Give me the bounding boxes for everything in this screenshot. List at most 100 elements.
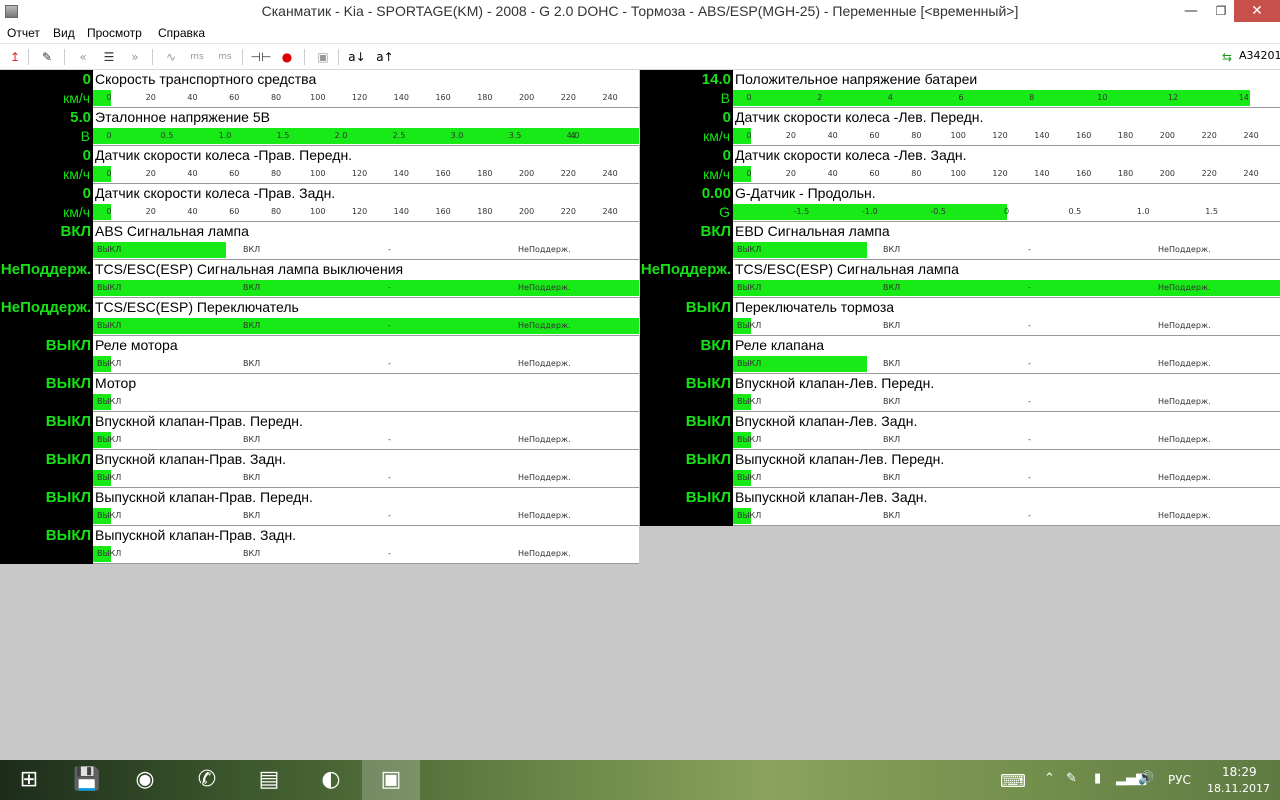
menu-browse[interactable]: Просмотр bbox=[87, 26, 142, 40]
clock-time[interactable]: 18:29 bbox=[1222, 765, 1257, 779]
value-box: 0 км/ч bbox=[0, 70, 93, 108]
parameter-bar: ВЫКЛ ВКЛ - НеПоддерж. bbox=[733, 280, 1280, 296]
scale-tick: 140 bbox=[1034, 169, 1050, 178]
parameter-row[interactable]: ВЫКЛ Впускной клапан-Лев. Передн. ВЫКЛ ВКЛ -… bbox=[640, 374, 1280, 412]
scale-tick: 180 bbox=[1117, 131, 1134, 140]
scale-tick: 60 bbox=[869, 169, 880, 178]
parameter-row[interactable]: 0 км/ч Скорость транспортного средства 0 20 4… bbox=[0, 70, 639, 108]
state-tick: - bbox=[388, 359, 391, 368]
parameter-row[interactable]: ВЫКЛ Впускной клапан-Лев. Задн. ВЫКЛ ВКЛ - Не… bbox=[640, 412, 1280, 450]
chevron-up-icon[interactable]: ⌃ bbox=[1044, 771, 1055, 786]
scale-tick: 100 bbox=[950, 131, 966, 140]
state-tick: - bbox=[1028, 321, 1031, 330]
state-tick: - bbox=[388, 435, 391, 444]
parameter-name: Датчик скорости колеса -Прав. Задн. bbox=[95, 185, 336, 201]
state-tick: НеПоддерж. bbox=[1158, 511, 1211, 520]
parameter-row[interactable]: 0 км/ч Датчик скорости колеса -Лев. Передн… bbox=[640, 108, 1280, 146]
parameter-row[interactable]: ВКЛ ABS Сигнальная лампа ВЫКЛ ВКЛ - НеПоддерж… bbox=[0, 222, 639, 260]
parameter-row[interactable]: НеПоддерж. TCS/ESC(ESP) Переключатель ВЫКЛ… bbox=[0, 298, 639, 336]
parameter-bar: 0 2 4 6 8 10 12 14 bbox=[733, 90, 1280, 106]
taskbar: ⊞ 💾 ◉ ✆ ▤ ◐ ▣ ⌨ ⌃ ✎ ▮ ▂▄▆ 🔊 РУС 18:29 18.11.2017 bbox=[0, 760, 1280, 800]
parameter-value: ВЫКЛ bbox=[685, 413, 731, 430]
parameter-row[interactable]: ВЫКЛ Впускной клапан-Прав. Задн. ВЫКЛ ВКЛ - Н… bbox=[0, 450, 639, 488]
menu-report[interactable]: Отчет bbox=[7, 26, 40, 40]
report-edit-icon[interactable]: ✎ bbox=[36, 48, 58, 66]
parameter-row[interactable]: ВЫКЛ Выпускной клапан-Прав. Передн. ВЫКЛ ВК… bbox=[0, 488, 639, 526]
chrome-icon[interactable]: ◉ bbox=[116, 760, 174, 800]
maximize-button[interactable]: ❐ bbox=[1208, 0, 1234, 22]
usb-icon[interactable]: ⇆ bbox=[1218, 48, 1236, 66]
clock-date[interactable]: 18.11.2017 bbox=[1207, 782, 1270, 795]
browser-icon[interactable]: ◐ bbox=[302, 760, 360, 800]
parameter-name: Впускной клапан-Прав. Передн. bbox=[95, 413, 303, 429]
save-app-icon[interactable]: 💾 bbox=[58, 760, 116, 800]
probe-icon[interactable]: ⊣⊢ bbox=[250, 48, 272, 66]
value-box: ВЫКЛ bbox=[0, 488, 93, 526]
exit-arrow-icon[interactable]: ↥ bbox=[4, 48, 26, 66]
viber-icon[interactable]: ✆ bbox=[178, 760, 236, 800]
parameter-row[interactable]: ВЫКЛ Выпускной клапан-Лев. Задн. ВЫКЛ ВКЛ - Н… bbox=[640, 488, 1280, 526]
value-box: ВЫКЛ bbox=[640, 298, 733, 336]
parameter-row[interactable]: 0 км/ч Датчик скорости колеса -Лев. Задн. 0… bbox=[640, 146, 1280, 184]
state-tick: НеПоддерж. bbox=[1158, 397, 1211, 406]
scale-tick: 20 bbox=[145, 169, 156, 178]
scale-tick: 240 bbox=[1243, 131, 1259, 140]
close-button[interactable]: ✕ bbox=[1234, 0, 1280, 22]
parameter-row[interactable]: ВЫКЛ Выпускной клапан-Прав. Задн. ВЫКЛ ВКЛ -… bbox=[0, 526, 639, 564]
parameter-row[interactable]: ВЫКЛ Переключатель тормоза ВЫКЛ ВКЛ - НеПодде… bbox=[640, 298, 1280, 336]
save-icon[interactable]: ▣ bbox=[312, 48, 334, 66]
menu-view[interactable]: Вид bbox=[53, 26, 75, 40]
parameter-row[interactable]: ВЫКЛ Выпускной клапан-Лев. Передн. ВЫКЛ ВКЛ… bbox=[640, 450, 1280, 488]
ms-plus-icon[interactable]: ms bbox=[214, 48, 236, 66]
record-icon[interactable]: ● bbox=[276, 48, 298, 66]
volume-icon[interactable]: 🔊 bbox=[1138, 771, 1154, 786]
scale-tick: 1.5 bbox=[1205, 207, 1218, 216]
parameter-row[interactable]: НеПоддерж. TCS/ESC(ESP) Сигнальная лампа В… bbox=[640, 260, 1280, 298]
parameter-row[interactable]: ВКЛ Реле клапана ВЫКЛ ВКЛ - НеПоддерж. bbox=[640, 336, 1280, 374]
keyboard-icon[interactable]: ⌨ bbox=[1000, 771, 1026, 792]
value-box: ВЫКЛ bbox=[640, 488, 733, 526]
parameter-unit: км/ч bbox=[63, 204, 90, 220]
pen-icon[interactable]: ✎ bbox=[1066, 771, 1077, 786]
control-panel-icon[interactable]: ▤ bbox=[240, 760, 298, 800]
parameter-value: ВЫКЛ bbox=[685, 299, 731, 316]
parameter-value: 0 bbox=[82, 147, 91, 164]
parameter-value: ВЫКЛ bbox=[685, 375, 731, 392]
parameter-row[interactable]: ВКЛ EBD Сигнальная лампа ВЫКЛ ВКЛ - НеПоддерж… bbox=[640, 222, 1280, 260]
scale-tick: 220 bbox=[1201, 131, 1217, 140]
parameter-row[interactable]: ВЫКЛ Реле мотора ВЫКЛ ВКЛ - НеПоддерж. bbox=[0, 336, 639, 374]
menu-bar: Отчет Вид Просмотр Справка bbox=[0, 24, 1280, 44]
state-tick: ВЫКЛ bbox=[737, 321, 762, 330]
sort-asc-icon[interactable]: a↓ bbox=[346, 48, 368, 66]
scanmatic-icon[interactable]: ▣ bbox=[362, 760, 420, 800]
parameter-row[interactable]: 0 км/ч Датчик скорости колеса -Прав. Задн.… bbox=[0, 184, 639, 222]
parameter-name: Скорость транспортного средства bbox=[95, 71, 317, 87]
scale-tick: 40 bbox=[187, 207, 198, 216]
parameter-row[interactable]: 0.00 G G-Датчик - Продольн. -1.5 -1.0 -0.5 0 0.… bbox=[640, 184, 1280, 222]
scale-tick: 4 bbox=[887, 93, 893, 102]
parameter-name: Эталонное напряжение 5В bbox=[95, 109, 270, 125]
minimize-button[interactable]: — bbox=[1174, 0, 1208, 22]
scale-tick: 200 bbox=[1159, 169, 1176, 178]
state-tick: ВЫКЛ bbox=[97, 473, 122, 482]
wave-icon[interactable]: ∿ bbox=[160, 48, 182, 66]
ms-minus-icon[interactable]: ms bbox=[186, 48, 208, 66]
parameter-row[interactable]: ВЫКЛ Впускной клапан-Прав. Передн. ВЫКЛ ВКЛ… bbox=[0, 412, 639, 450]
menu-help[interactable]: Справка bbox=[158, 26, 205, 40]
parameter-name: Датчик скорости колеса -Лев. Задн. bbox=[735, 147, 967, 163]
language-indicator[interactable]: РУС bbox=[1168, 773, 1191, 787]
forward-icon[interactable]: » bbox=[124, 48, 146, 66]
windows-start-icon[interactable]: ⊞ bbox=[0, 760, 58, 800]
parameter-row[interactable]: ВЫКЛ Мотор ВЫКЛ bbox=[0, 374, 639, 412]
scale-tick: 2 bbox=[817, 93, 823, 102]
scale-tick: 240 bbox=[1243, 169, 1259, 178]
parameter-row[interactable]: 5.0 В Эталонное напряжение 5В 0 0.5 1.0 1.5 2.0… bbox=[0, 108, 639, 146]
sort-desc-icon[interactable]: a↑ bbox=[374, 48, 396, 66]
list-icon[interactable]: ☰ bbox=[98, 48, 120, 66]
scale-tick: 0 bbox=[746, 131, 752, 140]
parameter-row[interactable]: НеПоддерж. TCS/ESC(ESP) Сигнальная лампа … bbox=[0, 260, 639, 298]
battery-icon[interactable]: ▮ bbox=[1094, 771, 1101, 786]
parameter-row[interactable]: 14.0 В Положительное напряжение батареи 0 2 4… bbox=[640, 70, 1280, 108]
rewind-icon[interactable]: « bbox=[72, 48, 94, 66]
parameter-row[interactable]: 0 км/ч Датчик скорости колеса -Прав. Перед… bbox=[0, 146, 639, 184]
